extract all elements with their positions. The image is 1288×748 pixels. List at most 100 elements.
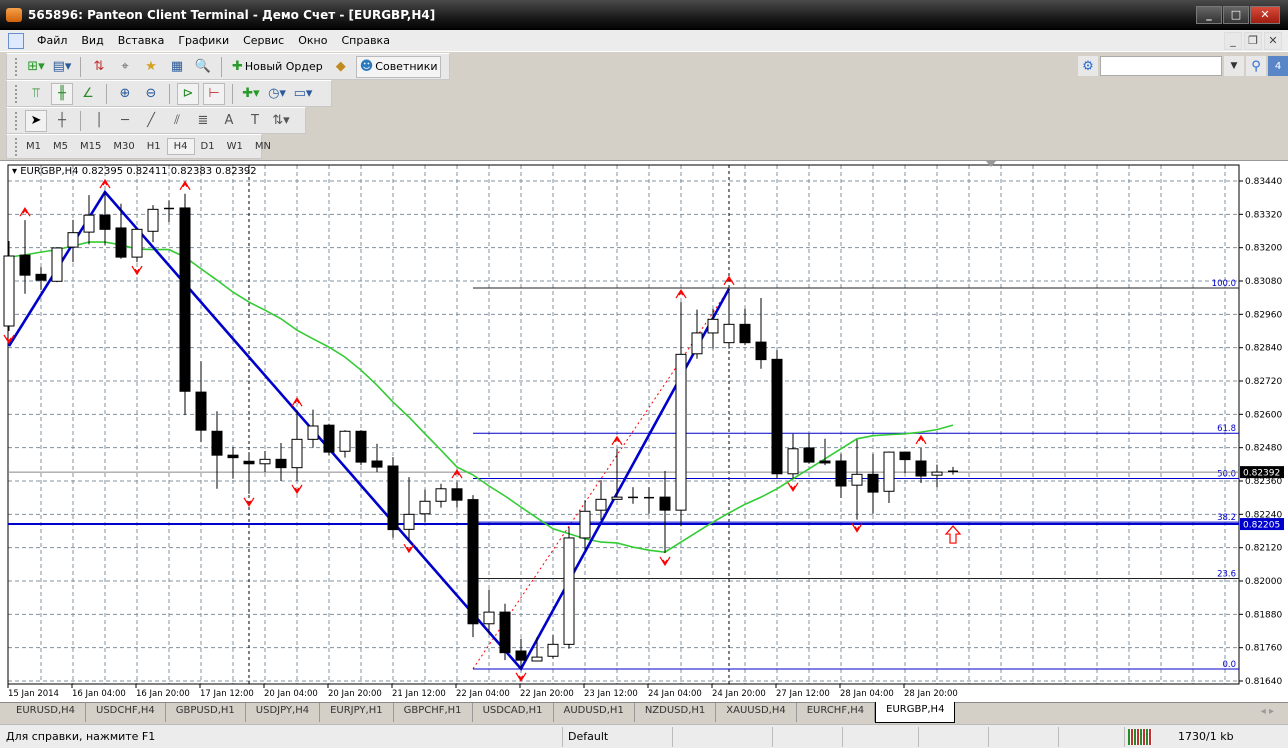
menu-insert[interactable]: Вставка bbox=[111, 34, 172, 47]
timeframe-m5[interactable]: M5 bbox=[47, 139, 74, 154]
fibonacci-icon[interactable]: ≣ bbox=[192, 110, 214, 132]
tab-scroll-arrows[interactable]: ◂ ▸ bbox=[1261, 706, 1274, 717]
candle bbox=[659, 471, 671, 553]
chart-tab[interactable]: GBPUSD,H1 bbox=[166, 703, 246, 722]
navigator-icon[interactable]: ★ bbox=[140, 56, 162, 78]
candle bbox=[323, 423, 335, 456]
candle bbox=[531, 637, 543, 662]
candle-body bbox=[707, 318, 719, 334]
document-icon[interactable] bbox=[8, 32, 24, 49]
trendline-icon[interactable]: ╱ bbox=[140, 110, 162, 132]
templates-icon[interactable]: ▭▾ bbox=[292, 83, 314, 105]
candle bbox=[628, 487, 638, 504]
candle-body bbox=[483, 611, 495, 625]
menu-file[interactable]: Файл bbox=[30, 34, 74, 47]
candle-body bbox=[515, 650, 527, 661]
chart-tab[interactable]: AUDUSD,H1 bbox=[554, 703, 635, 722]
horizontal-line-icon[interactable]: ─ bbox=[114, 110, 136, 132]
toolbar-grip[interactable] bbox=[15, 111, 18, 130]
arrows-icon[interactable]: ⇅▾ bbox=[270, 110, 292, 132]
candle-body bbox=[179, 207, 191, 392]
indicators-icon[interactable]: ✚▾ bbox=[240, 83, 262, 105]
candlestick-chart-icon[interactable]: ╫ bbox=[51, 82, 73, 105]
chart-tab[interactable]: USDJPY,H4 bbox=[246, 703, 321, 722]
market-watch-icon[interactable]: ⇅ bbox=[88, 56, 110, 78]
chart-menu-icon[interactable]: ▾ bbox=[12, 166, 17, 177]
notifications-button[interactable]: 4 bbox=[1268, 56, 1288, 76]
menu-window[interactable]: Окно bbox=[291, 34, 334, 47]
auto-scroll-icon[interactable]: ⊳ bbox=[177, 82, 199, 105]
chart-tab[interactable]: USDCAD,H1 bbox=[473, 703, 554, 722]
minimize-button[interactable]: _ bbox=[1196, 6, 1222, 24]
equidistant-channel-icon[interactable]: ⫽ bbox=[166, 110, 188, 132]
strategy-tester-icon[interactable]: 🔍 bbox=[192, 56, 214, 78]
timeframe-toolbar: M1 M5 M15 M30 H1 H4 D1 W1 MN bbox=[6, 134, 271, 159]
chart-tab[interactable]: GBPCHF,H1 bbox=[394, 703, 473, 722]
vertical-line-icon[interactable]: │ bbox=[88, 110, 110, 132]
menu-tools[interactable]: Сервис bbox=[236, 34, 291, 47]
candle bbox=[179, 193, 191, 416]
search-dropdown-icon[interactable]: ▼ bbox=[1224, 56, 1244, 76]
line-chart-icon[interactable]: ∠ bbox=[77, 83, 99, 105]
search-settings-icon[interactable]: ⚙ bbox=[1078, 56, 1098, 76]
candle-body bbox=[243, 460, 255, 465]
toolbar-grip[interactable] bbox=[15, 137, 17, 156]
zoom-in-icon[interactable]: ⊕ bbox=[114, 83, 136, 105]
candle-body bbox=[403, 513, 415, 530]
maximize-button[interactable]: □ bbox=[1223, 6, 1249, 24]
child-restore-button[interactable]: ❐ bbox=[1244, 32, 1262, 50]
menu-bar: Файл Вид Вставка Графики Сервис Окно Спр… bbox=[0, 30, 1288, 52]
timeframe-d1[interactable]: D1 bbox=[195, 139, 221, 154]
chart-tab[interactable]: XAUUSD,H4 bbox=[716, 703, 797, 722]
connection-status-icon[interactable] bbox=[1128, 729, 1152, 745]
app-logo-icon bbox=[6, 8, 22, 22]
child-close-button[interactable]: ✕ bbox=[1264, 32, 1282, 50]
new-order-button[interactable]: ✚ Новый Ордер bbox=[229, 56, 326, 78]
timeframe-h1[interactable]: H1 bbox=[141, 139, 167, 154]
price-chart[interactable]: 0.83440 0.83320 0.83200 0.83080 0.82960 0.828… bbox=[0, 161, 1288, 703]
cursor-icon[interactable]: ➤ bbox=[25, 109, 47, 132]
chart-tab[interactable]: NZDUSD,H1 bbox=[635, 703, 717, 722]
timeframe-mn[interactable]: MN bbox=[249, 139, 277, 154]
experts-button[interactable]: ☻ Советники bbox=[355, 55, 442, 78]
candle bbox=[579, 500, 591, 551]
zoom-out-icon[interactable]: ⊖ bbox=[140, 83, 162, 105]
child-minimize-button[interactable]: _ bbox=[1224, 32, 1242, 50]
new-chart-icon[interactable]: ⊞▾ bbox=[25, 56, 47, 78]
candle-body bbox=[835, 460, 847, 487]
menu-help[interactable]: Справка bbox=[334, 34, 396, 47]
bar-chart-icon[interactable]: ⫪ bbox=[25, 83, 47, 105]
candle-body bbox=[595, 498, 607, 511]
chart-window[interactable]: 0.83440 0.83320 0.83200 0.83080 0.82960 0.828… bbox=[0, 160, 1288, 702]
text-label-icon[interactable]: T bbox=[244, 110, 266, 132]
candle bbox=[835, 453, 847, 498]
profiles-icon[interactable]: ▤▾ bbox=[51, 56, 73, 78]
toolbar-grip[interactable] bbox=[15, 84, 18, 103]
chart-tab[interactable]: EURUSD,H4 bbox=[6, 703, 87, 722]
terminal-icon[interactable]: ▦ bbox=[166, 56, 188, 78]
close-button[interactable]: ✕ bbox=[1250, 6, 1280, 24]
metaeditor-icon[interactable]: ◆ bbox=[330, 56, 352, 78]
search-input[interactable] bbox=[1100, 56, 1222, 76]
text-icon[interactable]: A bbox=[218, 110, 240, 132]
crosshair-icon[interactable]: ┼ bbox=[51, 110, 73, 132]
chart-shift-icon[interactable]: ⊢ bbox=[203, 82, 225, 105]
menu-view[interactable]: Вид bbox=[74, 34, 110, 47]
chart-tab[interactable]: EURJPY,H1 bbox=[320, 703, 394, 722]
search-icon[interactable]: ⚲ bbox=[1246, 56, 1266, 76]
timeframe-m15[interactable]: M15 bbox=[74, 139, 107, 154]
candle-body bbox=[883, 451, 895, 492]
timeframe-m30[interactable]: M30 bbox=[107, 139, 140, 154]
timeframe-w1[interactable]: W1 bbox=[221, 139, 249, 154]
chart-tab[interactable]: USDCHF,H4 bbox=[86, 703, 166, 722]
data-window-icon[interactable]: ⌖ bbox=[114, 56, 136, 78]
y-tick-label: 0.83320 bbox=[1245, 210, 1282, 220]
timeframe-h4[interactable]: H4 bbox=[166, 138, 195, 155]
menu-charts[interactable]: Графики bbox=[171, 34, 236, 47]
periods-icon[interactable]: ◷▾ bbox=[266, 83, 288, 105]
chart-tab[interactable]: EURGBP,H4 bbox=[875, 702, 956, 723]
chart-tab[interactable]: EURCHF,H4 bbox=[797, 703, 876, 722]
timeframe-m1[interactable]: M1 bbox=[20, 139, 47, 154]
toolbar-grip[interactable] bbox=[15, 57, 18, 76]
candle bbox=[164, 200, 174, 223]
